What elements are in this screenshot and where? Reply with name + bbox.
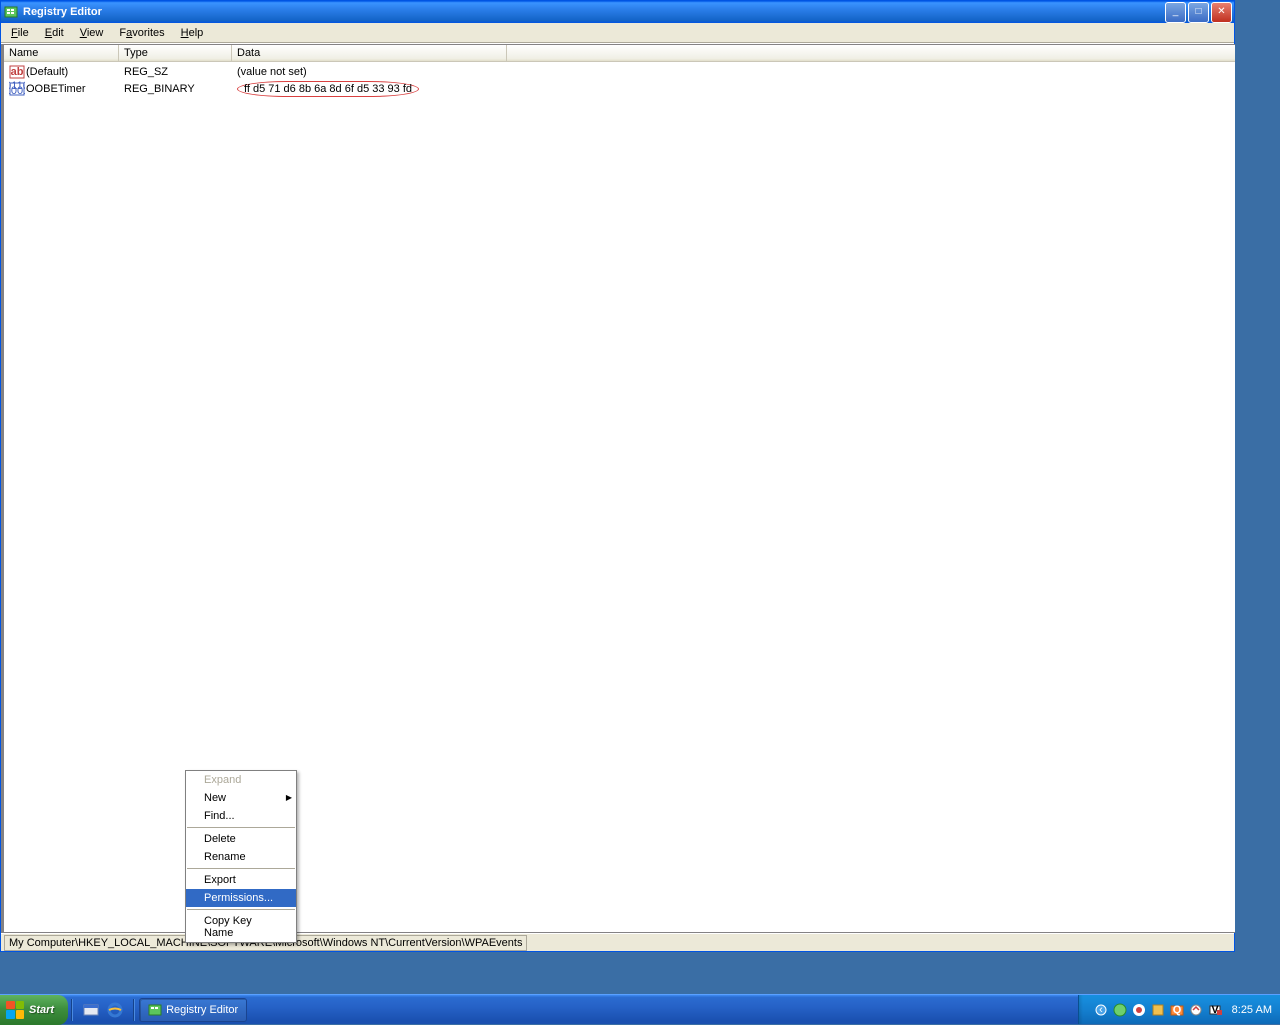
menubar: File Edit View Favorites Help — [1, 23, 1234, 43]
ie-icon[interactable] — [104, 999, 126, 1021]
app-icon — [3, 4, 19, 20]
show-desktop-icon[interactable] — [80, 999, 102, 1021]
minimize-button[interactable]: _ — [1165, 2, 1186, 23]
tray-icon-5[interactable] — [1188, 1002, 1204, 1018]
tray-icon-1[interactable] — [1112, 1002, 1128, 1018]
context-menu: ExpandNew▶Find... DeleteRename ExportPermi… — [185, 770, 297, 943]
column-header[interactable]: Data — [232, 45, 507, 61]
taskbar-separator — [133, 999, 135, 1021]
scroll-down-button[interactable]: ▼ — [1, 915, 2, 932]
windows-logo-icon — [6, 1001, 24, 1019]
close-button[interactable]: ✕ — [1211, 2, 1232, 23]
tray-icon-4[interactable]: Q — [1169, 1002, 1185, 1018]
list-header: NameTypeData — [4, 45, 1280, 62]
maximize-button[interactable]: □ — [1188, 2, 1209, 23]
list-body: ab(Default)REG_SZ(value not set)01101001… — [4, 62, 1280, 98]
tray-icon-2[interactable] — [1131, 1002, 1147, 1018]
submenu-arrow-icon: ▶ — [286, 793, 292, 802]
menu-help[interactable]: Help — [173, 25, 212, 41]
titlebar-text: Registry Editor — [23, 6, 1165, 18]
tray-clock[interactable]: 8:25 AM — [1232, 1004, 1272, 1016]
tree-pane[interactable]: Event ViewerFile ManagerFont DriversFont… — [1, 44, 2, 933]
scroll-up-button[interactable]: ▲ — [1, 45, 2, 62]
registry-value-row[interactable]: ab(Default)REG_SZ(value not set) — [4, 63, 1280, 80]
system-tray: ‹ Q V 8:25 AM — [1078, 995, 1280, 1024]
menu-edit[interactable]: Edit — [37, 25, 72, 41]
taskbar: Start Registry Editor ‹ Q V 8:25 AM — [0, 994, 1280, 1024]
column-header[interactable]: Name — [4, 45, 119, 61]
menu-favorites[interactable]: Favorites — [111, 25, 172, 41]
binary-value-icon: 01101001 — [9, 81, 25, 97]
context-menu-item[interactable]: Rename — [186, 848, 296, 866]
registry-value-row[interactable]: 01101001OOBETimerREG_BINARYff d5 71 d6 8… — [4, 80, 1280, 97]
separator — [187, 909, 295, 910]
separator — [187, 827, 295, 828]
context-menu-item: Expand — [186, 771, 296, 789]
highlighted-data: ff d5 71 d6 8b 6a 8d 6f d5 33 93 fd — [237, 81, 419, 97]
tray-icon-6[interactable]: V — [1207, 1002, 1223, 1018]
context-menu-item[interactable]: New▶ — [186, 789, 296, 807]
svg-text:‹: ‹ — [1099, 1004, 1103, 1016]
context-menu-item[interactable]: Find... — [186, 807, 296, 825]
svg-text:Q: Q — [1172, 1004, 1181, 1016]
svg-text:1001: 1001 — [9, 85, 25, 97]
string-value-icon: ab — [9, 64, 25, 80]
context-menu-item[interactable]: Copy Key Name — [186, 912, 296, 942]
taskbar-item-regedit[interactable]: Registry Editor — [139, 998, 247, 1022]
context-menu-item[interactable]: Delete — [186, 830, 296, 848]
start-button[interactable]: Start — [0, 995, 68, 1025]
titlebar[interactable]: Registry Editor _ □ ✕ — [1, 1, 1234, 23]
tree-scrollbar[interactable]: ▲ ▼ — [1, 45, 2, 932]
tray-icon-3[interactable] — [1150, 1002, 1166, 1018]
quicklaunch-separator — [71, 999, 73, 1021]
column-header[interactable] — [507, 45, 1280, 61]
tray-hide-icon[interactable]: ‹ — [1093, 1002, 1109, 1018]
menu-file[interactable]: File — [3, 25, 37, 41]
context-menu-item[interactable]: Permissions... — [186, 889, 296, 907]
context-menu-item[interactable]: Export — [186, 871, 296, 889]
quick-launch — [76, 995, 130, 1024]
column-header[interactable]: Type — [119, 45, 232, 61]
separator — [187, 868, 295, 869]
desktop[interactable] — [1235, 0, 1280, 952]
menu-view[interactable]: View — [72, 25, 112, 41]
svg-text:ab: ab — [11, 66, 24, 78]
